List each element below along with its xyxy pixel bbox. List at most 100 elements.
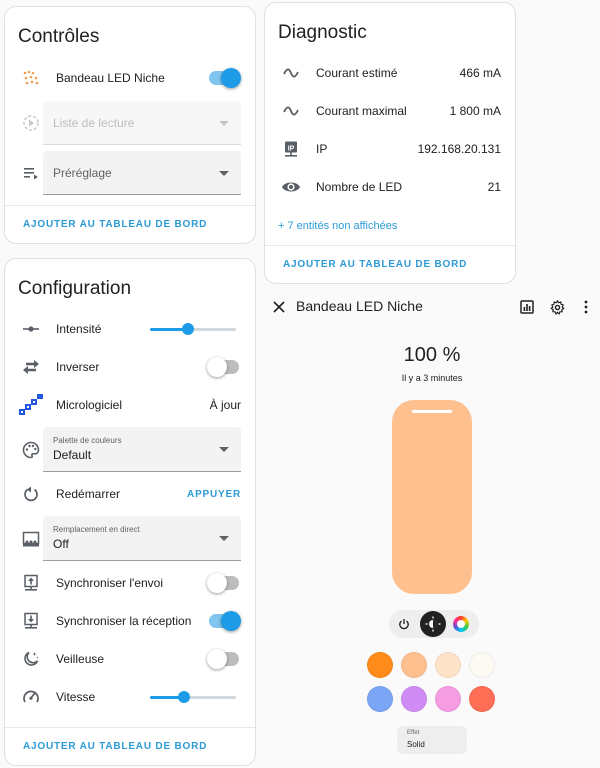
- upload-network-icon: [19, 571, 43, 595]
- diagnostic-value: 192.168.20.131: [417, 142, 501, 156]
- diagnostic-row[interactable]: Courant estimé 466 mA: [265, 54, 515, 92]
- palette-select-label: Palette de couleurs: [53, 436, 122, 445]
- palette-select-value: Default: [53, 448, 92, 462]
- diagnostic-row[interactable]: Courant maximal 1 800 mA: [265, 92, 515, 130]
- sync-send-label: Synchroniser l'envoi: [56, 576, 164, 590]
- diagnostic-add-to-dashboard[interactable]: AJOUTER AU TABLEAU DE BORD: [283, 259, 467, 270]
- led-strip-icon: [19, 66, 43, 90]
- history-chart-icon[interactable]: [518, 298, 536, 316]
- color-swatch[interactable]: [367, 686, 393, 712]
- diagnostic-card: Diagnostic Courant estimé 466 mA Courant…: [264, 2, 516, 284]
- preset-select[interactable]: Préréglage: [43, 151, 241, 195]
- restart-row: Redémarrer APPUYER: [5, 475, 255, 513]
- configuration-add-to-dashboard[interactable]: AJOUTER AU TABLEAU DE BORD: [23, 741, 207, 752]
- diagnostic-value: 1 800 mA: [449, 104, 501, 118]
- current-icon: [279, 61, 303, 85]
- intensity-slider[interactable]: [150, 323, 236, 335]
- speed-row: Vitesse: [5, 678, 255, 716]
- configuration-card: Configuration Intensité Inverser Microlo…: [4, 258, 256, 766]
- effect-select-value: Solid: [407, 740, 425, 749]
- speed-label: Vitesse: [56, 690, 96, 704]
- effect-select[interactable]: Effet Solid: [397, 726, 467, 754]
- invert-row[interactable]: Inverser: [5, 348, 255, 386]
- current-icon: [279, 99, 303, 123]
- speedometer-icon: [19, 685, 43, 709]
- color-swatch[interactable]: [469, 686, 495, 712]
- live-override-select[interactable]: Remplacement en direct Off: [43, 516, 241, 561]
- dialog-title: Bandeau LED Niche: [296, 298, 423, 314]
- intensity-slider-icon: [19, 317, 43, 341]
- palette-row: Palette de couleurs Default: [5, 427, 255, 472]
- configuration-title: Configuration: [18, 278, 132, 299]
- power-icon[interactable]: [393, 613, 415, 635]
- controls-add-to-dashboard[interactable]: AJOUTER AU TABLEAU DE BORD: [23, 219, 207, 230]
- diagnostic-row[interactable]: IP IP 192.168.20.131: [265, 130, 515, 168]
- diagnostic-label: Courant estimé: [316, 66, 398, 80]
- firmware-logo-icon: [19, 393, 43, 417]
- light-dialog: Bandeau LED Niche 100 % Il y a 3 minutes…: [262, 288, 600, 768]
- preset-placeholder: Préréglage: [53, 166, 112, 180]
- sync-receive-row[interactable]: Synchroniser la réception: [5, 602, 255, 640]
- firmware-row[interactable]: Micrologiciel À jour: [5, 386, 255, 424]
- diagnostic-value: 466 mA: [459, 66, 501, 80]
- diagnostic-row[interactable]: Nombre de LED 21: [265, 168, 515, 206]
- color-swatch[interactable]: [469, 652, 495, 678]
- color-swatch[interactable]: [401, 652, 427, 678]
- restart-press-button[interactable]: APPUYER: [187, 489, 241, 500]
- brightness-mode-icon[interactable]: [420, 611, 446, 637]
- color-swatch[interactable]: [401, 686, 427, 712]
- led-strip-row[interactable]: Bandeau LED Niche: [5, 59, 255, 97]
- svg-text:IP: IP: [288, 146, 295, 153]
- chevron-down-icon: [219, 120, 229, 126]
- brightness-handle: [412, 410, 452, 413]
- close-icon[interactable]: [270, 298, 288, 316]
- color-wheel-icon[interactable]: [450, 613, 472, 635]
- more-vertical-icon[interactable]: [578, 298, 594, 316]
- playlist-select[interactable]: Liste de lecture: [43, 101, 241, 145]
- controls-footer: AJOUTER AU TABLEAU DE BORD: [5, 205, 255, 243]
- chevron-down-icon: [219, 536, 229, 541]
- preset-row: Préréglage: [5, 151, 255, 195]
- nightlight-toggle[interactable]: [207, 649, 239, 669]
- sync-receive-toggle[interactable]: [209, 611, 241, 631]
- diagnostic-value: 21: [487, 180, 501, 194]
- sync-send-row[interactable]: Synchroniser l'envoi: [5, 564, 255, 602]
- intensity-label: Intensité: [56, 322, 102, 336]
- diagnostic-label: IP: [316, 142, 328, 156]
- color-swatch[interactable]: [367, 652, 393, 678]
- chevron-down-icon: [219, 447, 229, 452]
- chevron-down-icon: [219, 170, 229, 176]
- diagnostic-label: Courant maximal: [316, 104, 407, 118]
- nightlight-label: Veilleuse: [56, 652, 105, 666]
- color-swatch[interactable]: [435, 652, 461, 678]
- palette-select[interactable]: Palette de couleurs Default: [43, 427, 241, 472]
- swap-arrows-icon: [19, 355, 43, 379]
- nightlight-row[interactable]: Veilleuse: [5, 640, 255, 678]
- invert-toggle[interactable]: [207, 357, 239, 377]
- sync-receive-label: Synchroniser la réception: [56, 614, 192, 628]
- mode-toggle-bar: [389, 610, 479, 638]
- hidden-entities-link[interactable]: + 7 entités non affichées: [278, 220, 397, 232]
- controls-card: Contrôles Bandeau LED Niche Liste de lec…: [4, 6, 256, 244]
- firmware-label: Micrologiciel: [56, 398, 123, 412]
- firmware-value: À jour: [209, 398, 241, 412]
- theater-icon: [19, 527, 43, 551]
- color-swatch[interactable]: [435, 686, 461, 712]
- playlist-placeholder: Liste de lecture: [53, 116, 135, 130]
- led-strip-label: Bandeau LED Niche: [56, 71, 165, 85]
- led-strip-toggle[interactable]: [209, 68, 241, 88]
- controls-title: Contrôles: [18, 26, 100, 47]
- speed-slider[interactable]: [150, 691, 236, 703]
- moon-stars-icon: [19, 647, 43, 671]
- diagnostic-label: Nombre de LED: [316, 180, 403, 194]
- ip-network-icon: IP: [279, 137, 303, 161]
- sync-send-toggle[interactable]: [207, 573, 239, 593]
- live-override-label: Remplacement en direct: [53, 525, 140, 534]
- gear-icon[interactable]: [548, 298, 566, 316]
- brightness-big-slider[interactable]: [392, 400, 472, 594]
- palette-icon: [19, 438, 43, 462]
- brightness-value: 100 %: [403, 344, 461, 366]
- preset-list-icon: [19, 161, 43, 185]
- last-changed: Il y a 3 minutes: [401, 373, 463, 383]
- diagnostic-title: Diagnostic: [278, 22, 367, 43]
